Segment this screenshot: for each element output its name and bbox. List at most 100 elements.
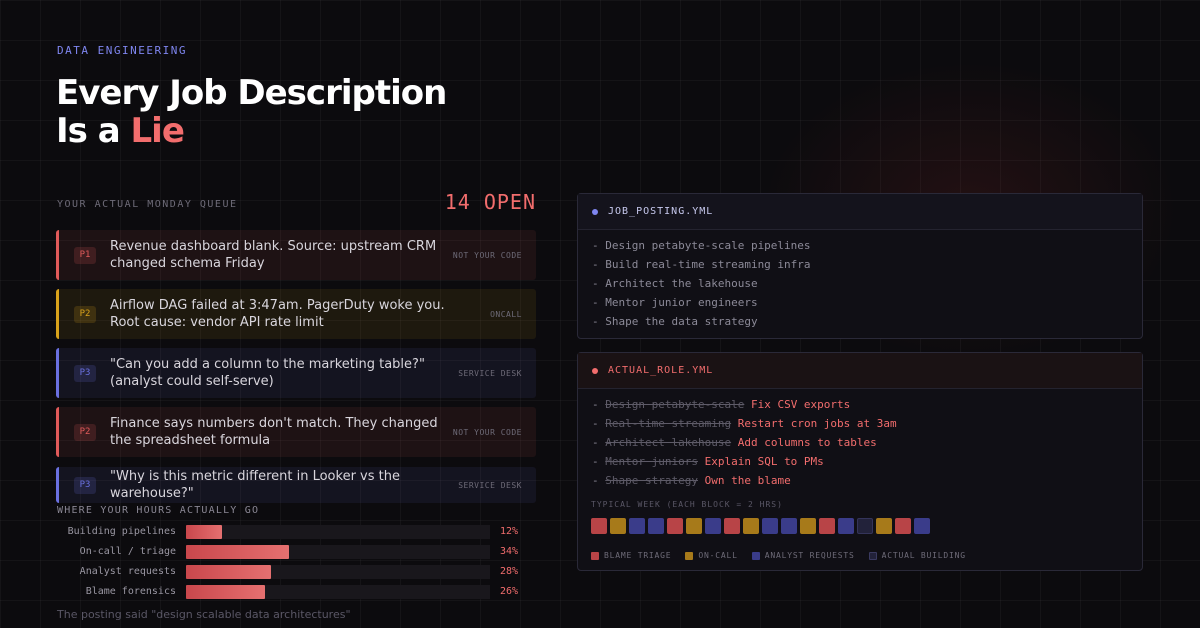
actual-role-panel: ACTUAL_ROLE.YML - Design petabyte-scale … [577, 352, 1143, 571]
actual-role-line: - Real-time streaming Restart cron jobs … [592, 414, 1128, 433]
priority-badge: P3 [74, 364, 96, 382]
hours-label: WHERE YOUR HOURS ACTUALLY GO [57, 505, 260, 516]
struck-duty: Architect lakehouse [605, 436, 732, 449]
week-block-analyst [914, 518, 930, 534]
actual-role-body: - Design petabyte-scale Fix CSV exports -… [578, 389, 1142, 498]
ticket-summary: "Why is this metric different in Looker … [110, 469, 400, 501]
week-block-analyst [648, 518, 664, 534]
ticket-summary: "Can you add a column to the marketing t… [110, 357, 425, 389]
actual-role-line: - Design petabyte-scale Fix CSV exports [592, 395, 1128, 414]
struck-duty: Real-time streaming [605, 417, 732, 430]
actual-role-title: ACTUAL_ROLE.YML [608, 365, 714, 376]
actual-role-line: - Architect lakehouse Add columns to tab… [592, 433, 1128, 452]
legend-label: ACTUAL BUILDING [881, 551, 966, 560]
hours-percent: 26% [500, 586, 519, 597]
hours-category-label: On-call / triage [79, 546, 176, 557]
real-duty: Explain SQL to PMs [704, 455, 824, 468]
real-duty: Add columns to tables [737, 436, 877, 449]
hours-category-label: Building pipelines [67, 526, 176, 537]
week-block-oncall [686, 518, 702, 534]
job-posting-header: JOB_POSTING.YML [578, 194, 1142, 230]
priority-badge: P2 [74, 305, 96, 323]
ticket-summary: Airflow DAG failed at 3:47am. PagerDuty … [110, 298, 445, 330]
ticket-category: SERVICE DESK [458, 480, 522, 490]
week-blocks [591, 518, 930, 534]
hours-row: On-call / triage 34% [56, 544, 526, 560]
page-title: Every Job Description Is a Lie [56, 73, 447, 150]
hours-bar-track [186, 585, 490, 599]
yaml-dash: - [592, 436, 606, 449]
ticket-row[interactable]: P3 "Can you add a column to the marketing… [56, 348, 536, 398]
ticket-row[interactable]: P2 Airflow DAG failed at 3:47am. PagerDut… [56, 289, 536, 339]
priority-badge: P3 [74, 476, 96, 494]
job-posting-line: - Mentor junior engineers [592, 296, 758, 309]
ticket-category: ONCALL [490, 309, 522, 319]
legend-item: ANALYST REQUESTS [751, 551, 855, 560]
week-block-oncall [610, 518, 626, 534]
ticket-category: NOT YOUR CODE [452, 427, 522, 437]
week-legend: BLAME TRIAGE ON-CALL ANALYST REQUESTS ACTUA… [591, 551, 966, 560]
week-block-blame [591, 518, 607, 534]
job-posting-line: - Architect the lakehouse [592, 277, 758, 290]
status-dot-icon [592, 208, 598, 215]
hours-category-label: Analyst requests [79, 566, 176, 577]
legend-swatch-icon [591, 551, 599, 560]
hours-bar-fill [186, 545, 289, 559]
title-line-1: Every Job Description [56, 73, 447, 113]
legend-swatch-icon [868, 551, 877, 560]
eyebrow-label: DATA ENGINEERING [57, 44, 187, 57]
struck-duty: Shape strategy [605, 474, 698, 487]
yaml-dash: - [592, 417, 606, 430]
legend-item: ON-CALL [685, 551, 737, 560]
ticket-row[interactable]: P3 "Why is this metric different in Looke… [56, 467, 536, 503]
job-posting-panel: JOB_POSTING.YML - Design petabyte-scale … [577, 193, 1143, 339]
legend-item: ACTUAL BUILDING [868, 551, 966, 560]
week-block-oncall [743, 518, 759, 534]
job-posting-line: - Shape the data strategy [592, 315, 758, 328]
hours-bar-track [186, 545, 490, 559]
week-block-oncall [800, 518, 816, 534]
priority-badge: P2 [74, 423, 96, 441]
hours-bar-fill [186, 525, 223, 539]
footnote: The posting said "design scalable data a… [57, 608, 351, 621]
hours-row: Blame forensics 26% [56, 584, 526, 600]
ticket-row[interactable]: P2 Finance says numbers don't match. They… [56, 407, 536, 457]
real-duty: Restart cron jobs at 3am [737, 417, 897, 430]
actual-role-line: - Shape strategy Own the blame [592, 471, 1128, 490]
hours-percent: 28% [500, 566, 519, 577]
real-duty: Fix CSV exports [750, 398, 851, 411]
alert-dot-icon [592, 367, 598, 374]
week-block-oncall [876, 518, 892, 534]
ticket-category: NOT YOUR CODE [452, 250, 522, 260]
job-posting-line: - Design petabyte-scale pipelines [592, 239, 811, 252]
hours-percent: 34% [500, 546, 519, 557]
hours-category-label: Blame forensics [85, 586, 176, 597]
job-posting-line: - Build real-time streaming infra [592, 258, 811, 271]
struck-duty: Design petabyte-scale [605, 398, 745, 411]
priority-badge: P1 [74, 246, 96, 264]
title-accent: Lie [130, 111, 185, 151]
week-block-blame [895, 518, 911, 534]
real-duty: Own the blame [704, 474, 791, 487]
hours-bar-fill [186, 585, 265, 599]
legend-label: BLAME TRIAGE [604, 551, 672, 560]
week-block-analyst [705, 518, 721, 534]
week-block-analyst [629, 518, 645, 534]
hours-percent: 12% [500, 526, 519, 537]
yaml-dash: - [592, 474, 606, 487]
week-block-analyst [838, 518, 854, 534]
legend-item: BLAME TRIAGE [591, 551, 671, 560]
yaml-dash: - [592, 455, 606, 468]
week-block-building [857, 518, 873, 534]
ticket-summary: Finance says numbers don't match. They c… [110, 416, 438, 448]
title-line-2: Is a Lie [56, 112, 446, 150]
legend-label: ON-CALL [698, 551, 738, 560]
ticket-row[interactable]: P1 Revenue dashboard blank. Source: upstr… [56, 230, 536, 280]
week-label: TYPICAL WEEK (EACH BLOCK = 2 HRS) [591, 500, 783, 509]
week-block-blame [819, 518, 835, 534]
